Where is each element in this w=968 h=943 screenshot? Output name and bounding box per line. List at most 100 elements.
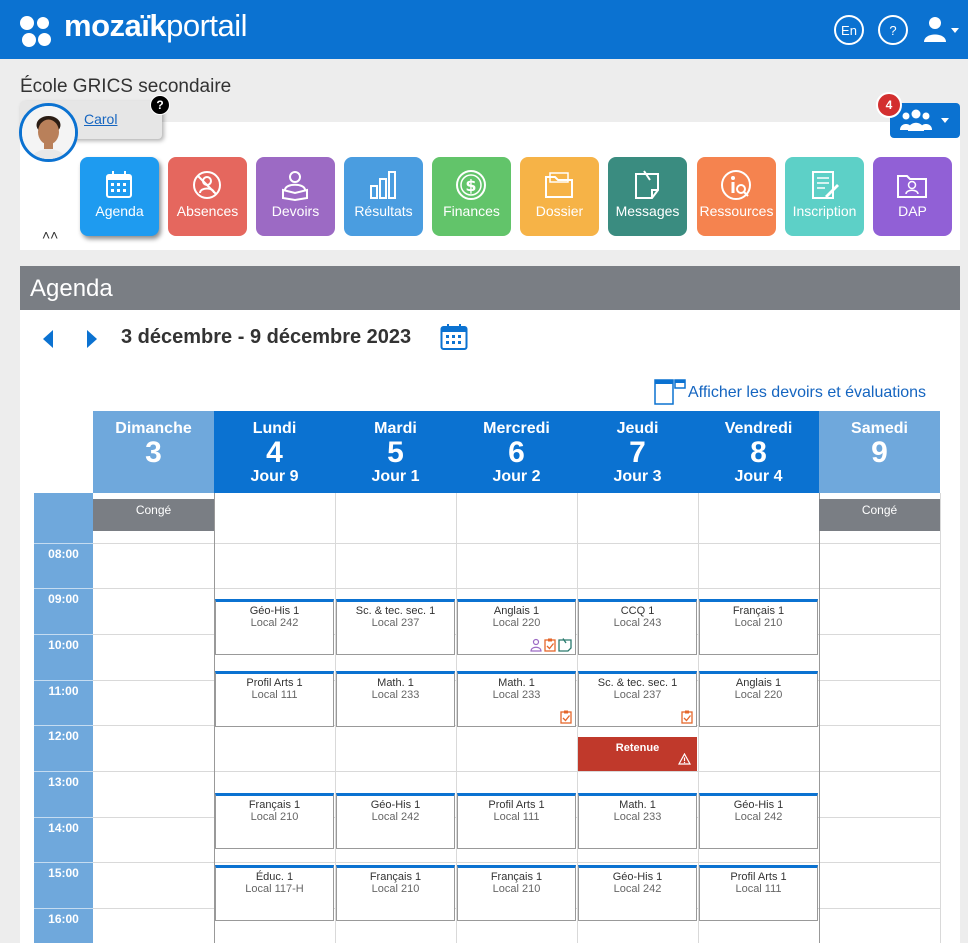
class-event[interactable]: Anglais 1 Local 220 xyxy=(699,671,818,727)
student-name-link[interactable]: Carol xyxy=(84,111,117,127)
previous-week-arrow-icon[interactable] xyxy=(43,330,53,348)
class-event[interactable]: Math. 1 Local 233 xyxy=(578,793,697,849)
module-tile-absences[interactable]: Absences xyxy=(168,157,247,236)
module-tile-dossier[interactable]: Dossier xyxy=(520,157,599,236)
class-event[interactable]: Géo-His 1 Local 242 xyxy=(578,865,697,921)
module-tile-devoirs[interactable]: Devoirs xyxy=(256,157,335,236)
event-course: Français 1 xyxy=(248,799,301,811)
notification-count-badge[interactable]: 4 xyxy=(876,92,902,118)
mozaik-logo-icon xyxy=(20,16,52,48)
help-button[interactable]: ? xyxy=(878,15,908,45)
class-event[interactable]: Géo-His 1 Local 242 xyxy=(215,599,334,655)
language-button[interactable]: En xyxy=(834,15,864,45)
collapse-chevron-icon[interactable]: ˄˄ xyxy=(42,227,58,243)
calendar-picker-icon[interactable] xyxy=(440,323,468,351)
class-event[interactable]: Profil Arts 1 Local 111 xyxy=(457,793,576,849)
next-week-arrow-icon[interactable] xyxy=(87,330,97,348)
event-indicators xyxy=(558,710,572,724)
module-tile-dap[interactable]: DAP xyxy=(873,157,952,236)
time-separator xyxy=(34,588,93,589)
hour-gridline xyxy=(93,862,940,863)
class-event[interactable]: Éduc. 1 Local 117-H xyxy=(215,865,334,921)
module-tile-agenda[interactable]: Agenda xyxy=(80,157,159,236)
class-event[interactable]: Français 1 Local 210 xyxy=(457,865,576,921)
class-event[interactable]: CCQ 1 Local 243 xyxy=(578,599,697,655)
day-date: 7 xyxy=(629,436,646,469)
day-gridline xyxy=(819,493,820,943)
edit-form-icon xyxy=(812,171,839,199)
day-gridline xyxy=(940,493,941,943)
module-label: Finances xyxy=(443,203,500,219)
class-event[interactable]: Profil Arts 1 Local 111 xyxy=(215,671,334,727)
dollar-icon: $ xyxy=(456,170,486,200)
time-separator xyxy=(34,543,93,544)
day-date: 6 xyxy=(508,436,525,469)
event-room: Local 220 xyxy=(492,617,541,629)
show-homework-link[interactable]: Afficher les devoirs et évaluations xyxy=(688,384,926,402)
class-event[interactable]: Géo-His 1 Local 242 xyxy=(699,793,818,849)
calendar-icon xyxy=(106,171,132,198)
module-tile-inscription[interactable]: Inscription xyxy=(785,157,864,236)
class-event[interactable]: Math. 1 Local 233 xyxy=(457,671,576,727)
school-name: École GRICS secondaire xyxy=(20,76,232,97)
event-course: Math. 1 xyxy=(377,677,414,689)
no-person-icon xyxy=(193,171,221,199)
student-avatar[interactable] xyxy=(19,103,78,162)
day-date: 5 xyxy=(387,436,404,469)
day-cycle: Jour 2 xyxy=(492,468,541,485)
module-label: Résultats xyxy=(354,203,413,219)
brand-name[interactable]: mozaïkportail xyxy=(64,8,248,44)
class-event[interactable]: Math. 1 Local 233 xyxy=(336,671,455,727)
event-room: Local 243 xyxy=(613,617,662,629)
evaluation-icon[interactable] xyxy=(681,710,693,727)
hour-label: 08:00 xyxy=(48,547,79,561)
event-course: Français 1 xyxy=(490,871,543,883)
module-tile-ressources[interactable]: Ressources xyxy=(697,157,776,236)
event-course: Profil Arts 1 xyxy=(730,871,787,883)
class-event[interactable]: Sc. & tec. sec. 1 Local 237 xyxy=(578,671,697,727)
profile-folder-icon xyxy=(897,175,927,198)
class-event[interactable]: Français 1 Local 210 xyxy=(699,599,818,655)
holiday-block[interactable]: Congé xyxy=(93,499,214,531)
event-room: Local 210 xyxy=(371,883,420,895)
evaluation-icon[interactable] xyxy=(544,638,556,655)
class-event[interactable]: Sc. & tec. sec. 1 Local 237 xyxy=(336,599,455,655)
event-room: Local 111 xyxy=(735,883,782,895)
module-label: Ressources xyxy=(699,203,774,219)
student-help-badge[interactable]: ? xyxy=(150,95,170,115)
class-event[interactable]: Français 1 Local 210 xyxy=(336,865,455,921)
event-course: Math. 1 xyxy=(498,677,535,689)
top-bar: mozaïkportail En ? xyxy=(0,0,968,59)
homework-icon[interactable] xyxy=(530,638,542,655)
event-room: Local 210 xyxy=(734,617,783,629)
event-course: Français 1 xyxy=(369,871,422,883)
holiday-block[interactable]: Congé xyxy=(819,499,940,531)
event-course: Géo-His 1 xyxy=(612,871,663,883)
module-tile-resultats[interactable]: Résultats xyxy=(344,157,423,236)
hour-label: 12:00 xyxy=(48,729,79,743)
hour-label: 16:00 xyxy=(48,912,79,926)
module-label: Absences xyxy=(176,203,239,219)
week-date-range: 3 décembre - 9 décembre 2023 xyxy=(121,326,412,348)
detention-event[interactable]: Retenue xyxy=(578,737,697,771)
evaluation-icon[interactable] xyxy=(560,710,572,727)
class-event[interactable]: Géo-His 1 Local 242 xyxy=(336,793,455,849)
class-event[interactable]: Français 1 Local 210 xyxy=(215,793,334,849)
day-header-dimanche: Dimanche 3 xyxy=(93,411,214,493)
event-room: Local 237 xyxy=(371,617,420,629)
class-event[interactable]: Anglais 1 Local 220 xyxy=(457,599,576,655)
time-separator xyxy=(34,725,93,726)
module-tile-finances[interactable]: $ Finances xyxy=(432,157,511,236)
day-date: 4 xyxy=(266,436,283,469)
module-tile-messages[interactable]: Messages xyxy=(608,157,687,236)
event-course: CCQ 1 xyxy=(620,605,655,617)
note-icon[interactable] xyxy=(558,638,572,655)
hour-gridline xyxy=(93,543,940,544)
event-course: Éduc. 1 xyxy=(255,871,294,883)
day-header-mercredi: Mercredi 6 Jour 2 xyxy=(456,411,577,493)
user-menu-icon[interactable] xyxy=(922,14,962,46)
time-separator xyxy=(34,908,93,909)
day-date: 9 xyxy=(871,436,888,469)
layout-toggle-icon[interactable] xyxy=(654,379,686,405)
class-event[interactable]: Profil Arts 1 Local 111 xyxy=(699,865,818,921)
